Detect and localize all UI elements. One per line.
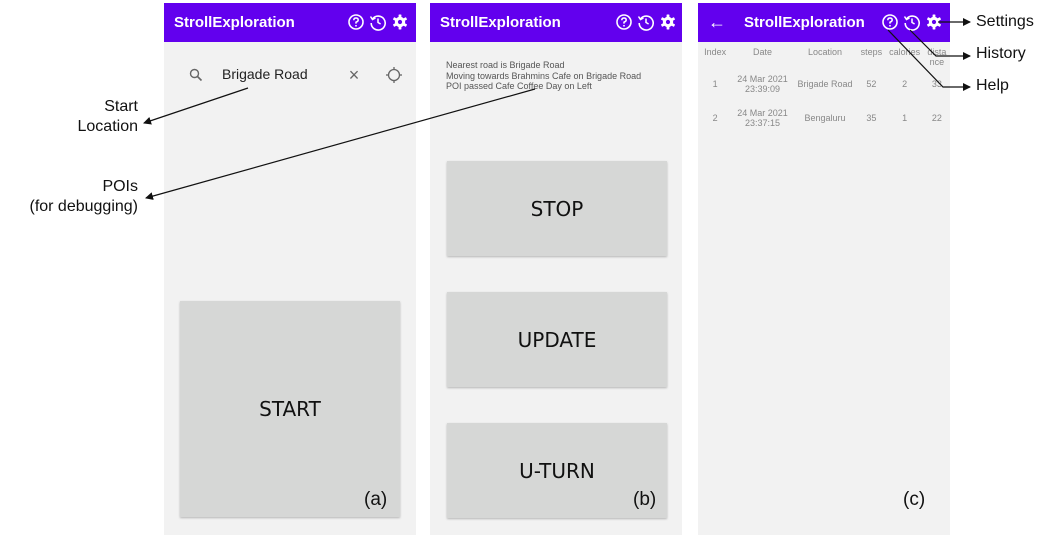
arrow-start-location: [143, 87, 249, 125]
arrow-pois: [145, 88, 536, 200]
annotation-arrows: [143, 18, 971, 200]
arrow-help: [887, 29, 971, 91]
arrow-history: [909, 29, 971, 60]
